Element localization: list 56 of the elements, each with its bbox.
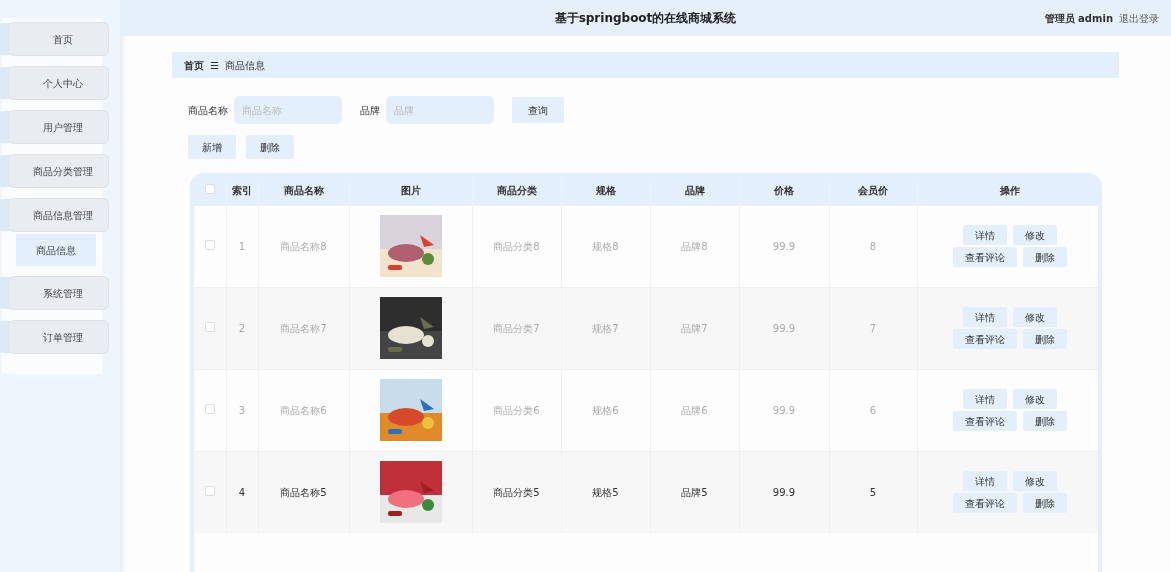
breadcrumb-current: 商品信息 [224,58,265,73]
table-cell: 规格5 [561,451,650,533]
checkbox[interactable] [204,485,215,496]
table-cell: 商品名称7 [258,287,349,369]
table-cell: 商品分类5 [472,451,561,533]
table-cell: 商品分类7 [472,287,561,369]
column-header: 图片 [349,177,472,205]
row-button[interactable]: 修改 [1013,307,1057,327]
row-button[interactable]: 详情 [963,225,1007,245]
page-title: 基于springboot的在线商城系统 [554,10,737,27]
action-button[interactable]: 新增 [188,135,236,159]
column-header: 价格 [739,177,829,205]
checkbox[interactable] [204,403,215,414]
row-button[interactable]: 修改 [1013,471,1057,492]
separator-icon: ☰ [210,57,219,73]
row-button[interactable]: 查看评论 [953,247,1017,267]
row-button[interactable]: 查看评论 [953,493,1017,514]
table-cell: 99.9 [739,451,829,533]
row-button[interactable]: 查看评论 [953,329,1017,349]
row-button[interactable]: 删除 [1023,411,1067,431]
field-label: 品牌 [360,103,380,118]
row-button[interactable]: 修改 [1013,389,1057,409]
table-cell: 99.9 [739,287,829,369]
column-header: 商品分类 [472,177,561,205]
submenu-item[interactable]: 商品信息 [16,234,96,266]
breadcrumb-link[interactable]: 首页 [184,57,204,73]
search-button[interactable]: 查询 [512,97,564,123]
row-button[interactable]: 删除 [1023,493,1067,514]
row-button[interactable]: 详情 [963,307,1007,327]
checkbox[interactable] [204,239,215,250]
table-cell: 商品名称5 [258,451,349,533]
logout-link[interactable]: 退出登录 [1119,10,1159,26]
column-header: 操作 [917,177,1098,205]
table-cell: 品牌7 [650,287,739,369]
table-cell: 4 [226,451,258,533]
row-button[interactable]: 删除 [1023,247,1067,267]
column-header: 规格 [561,177,650,205]
action-button[interactable]: 删除 [246,135,294,159]
column-header: 商品名称 [258,177,349,205]
table-cell: 规格7 [561,287,650,369]
column-header: 会员价 [829,177,917,205]
checkbox[interactable] [204,184,215,195]
row-button[interactable]: 详情 [963,389,1007,409]
table-cell: 7 [829,287,917,369]
row-button[interactable]: 修改 [1013,225,1057,245]
row-button[interactable]: 查看评论 [953,411,1017,431]
user-label: 管理员 admin [1044,11,1113,26]
table-cell: 5 [829,451,917,533]
table-cell: 2 [226,287,258,369]
field-label: 商品名称 [188,103,228,118]
column-header: 品牌 [650,177,739,205]
table-cell: 品牌5 [650,451,739,533]
checkbox[interactable] [204,321,215,332]
row-button[interactable]: 删除 [1023,329,1067,349]
row-button[interactable]: 详情 [963,471,1007,492]
column-header: 索引 [226,177,258,205]
